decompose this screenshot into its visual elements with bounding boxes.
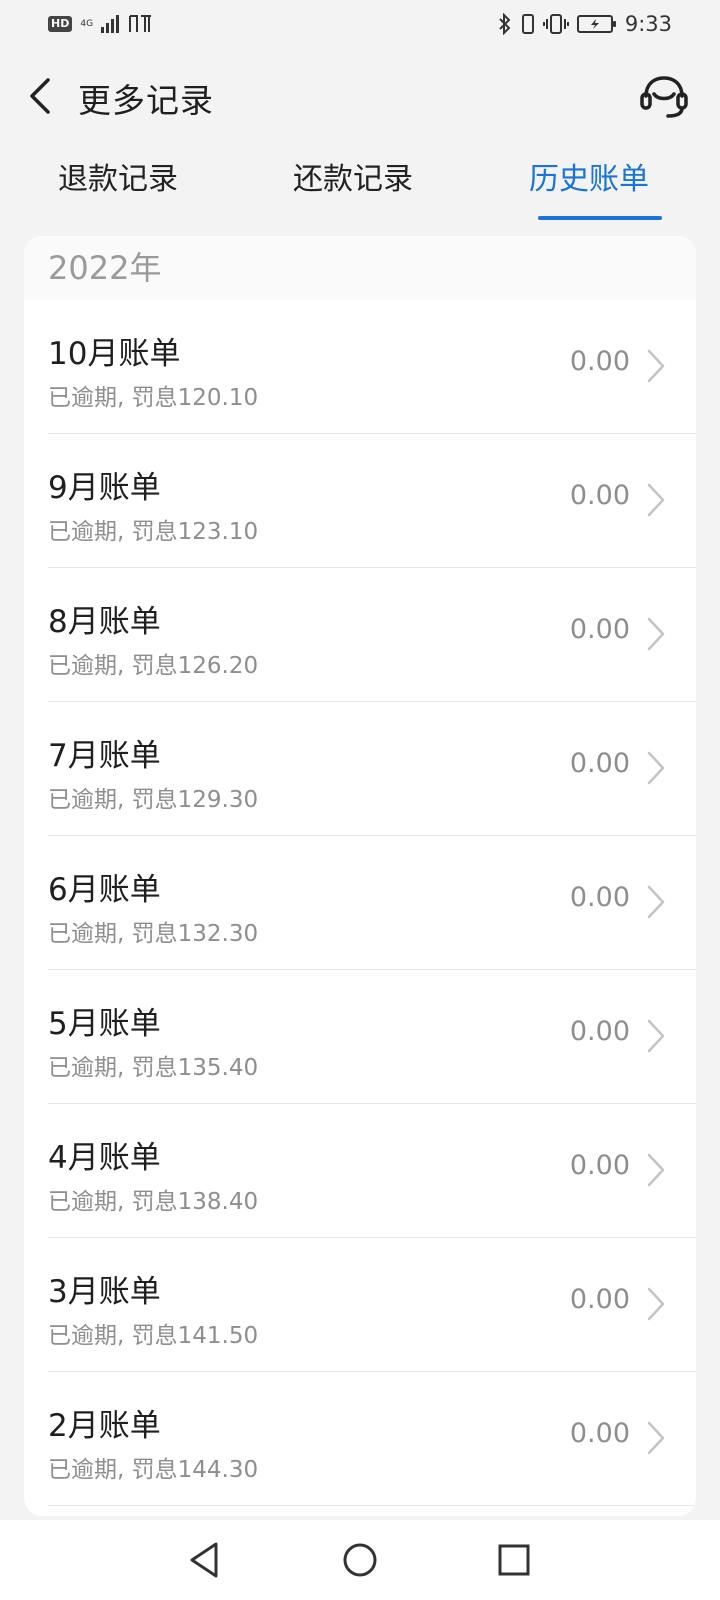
tab-history-bills[interactable]: 历史账单 <box>529 154 649 198</box>
chevron-right-icon <box>647 617 665 651</box>
bill-status: 已逾期, 罚息132.30 <box>48 921 259 947</box>
battery-icon <box>576 15 616 33</box>
bill-row[interactable]: 6月账单 已逾期, 罚息132.30 0.00 <box>48 836 696 970</box>
back-button[interactable] <box>22 74 58 118</box>
chevron-right-icon <box>647 1287 665 1321</box>
headset-icon <box>640 76 688 118</box>
network-label: 4G <box>80 18 94 29</box>
status-right: 9:33 <box>497 12 672 36</box>
chevron-right-icon <box>647 1153 665 1187</box>
bill-row[interactable]: 4月账单 已逾期, 罚息138.40 0.00 <box>48 1104 696 1238</box>
bill-title: 2月账单 <box>48 1408 161 1444</box>
bill-row[interactable]: 5月账单 已逾期, 罚息135.40 0.00 <box>48 970 696 1104</box>
bill-row[interactable]: 9月账单 已逾期, 罚息123.10 0.00 <box>48 434 696 568</box>
bill-amount: 0.00 <box>569 480 630 511</box>
bill-amount: 0.00 <box>569 346 630 377</box>
bill-row[interactable]: 3月账单 已逾期, 罚息141.50 0.00 <box>48 1238 696 1372</box>
bill-status: 已逾期, 罚息126.20 <box>48 653 259 679</box>
bill-amount: 0.00 <box>569 1418 630 1449</box>
bill-status: 已逾期, 罚息144.30 <box>48 1457 259 1483</box>
circle-home-icon[interactable] <box>336 1536 384 1584</box>
square-recents-icon[interactable] <box>490 1536 538 1584</box>
tab-repayment-records[interactable]: 还款记录 <box>293 154 413 198</box>
bill-title: 8月账单 <box>48 604 161 640</box>
bill-title: 10月账单 <box>48 336 181 372</box>
chevron-right-icon <box>647 1421 665 1455</box>
bill-row[interactable]: 10月账单 已逾期, 罚息120.10 0.00 <box>48 300 696 434</box>
bill-amount: 0.00 <box>569 1016 630 1047</box>
system-nav-bar <box>0 1520 720 1600</box>
signal-icon <box>101 15 120 33</box>
bill-status: 已逾期, 罚息138.40 <box>48 1189 259 1215</box>
triangle-back-icon[interactable] <box>182 1536 230 1584</box>
bill-title: 7月账单 <box>48 738 161 774</box>
bill-amount: 0.00 <box>569 1284 630 1315</box>
chevron-right-icon <box>647 483 665 517</box>
hd-badge: HD <box>48 16 73 32</box>
network-type: 4G <box>80 18 94 29</box>
chevron-left-icon <box>30 78 50 114</box>
bill-status: 已逾期, 罚息135.40 <box>48 1055 259 1081</box>
bill-status: 已逾期, 罚息141.50 <box>48 1323 259 1349</box>
year-header: 2022年 <box>24 236 696 300</box>
header: 更多记录 <box>0 60 720 132</box>
bill-title: 6月账单 <box>48 872 161 908</box>
status-left: HD 4G <box>48 13 153 35</box>
bill-title: 9月账单 <box>48 470 161 506</box>
status-time: 9:33 <box>624 12 672 36</box>
bill-list-card: 2022年 10月账单 已逾期, 罚息120.10 0.00 9月账单 已逾期,… <box>24 236 696 1516</box>
tab-bar: 退款记录 还款记录 历史账单 <box>0 150 720 220</box>
bill-amount: 0.00 <box>569 1150 630 1181</box>
bill-amount: 0.00 <box>569 882 630 913</box>
bill-title: 3月账单 <box>48 1274 161 1310</box>
vibrate-icon <box>542 14 569 34</box>
customer-service-button[interactable] <box>638 72 690 120</box>
chevron-right-icon <box>647 1019 665 1053</box>
listen-icon <box>129 15 152 32</box>
chevron-right-icon <box>647 885 665 919</box>
tab-refund-records[interactable]: 退款记录 <box>58 154 178 198</box>
phone-icon <box>521 14 534 34</box>
bill-row[interactable]: 7月账单 已逾期, 罚息129.30 0.00 <box>48 702 696 836</box>
bluetooth-icon <box>499 13 511 35</box>
bill-row[interactable]: 8月账单 已逾期, 罚息126.20 0.00 <box>48 568 696 702</box>
chevron-right-icon <box>647 751 665 785</box>
bill-amount: 0.00 <box>569 748 630 779</box>
page-title: 更多记录 <box>78 81 214 120</box>
bill-status: 已逾期, 罚息129.30 <box>48 787 259 813</box>
bill-status: 已逾期, 罚息120.10 <box>48 385 259 411</box>
bill-amount: 0.00 <box>569 614 630 645</box>
chevron-right-icon <box>647 349 665 383</box>
status-bar: HD 4G 9:33 <box>0 0 720 48</box>
bill-title: 5月账单 <box>48 1006 161 1042</box>
active-tab-indicator <box>538 216 662 220</box>
bill-status: 已逾期, 罚息123.10 <box>48 519 259 545</box>
bill-title: 4月账单 <box>48 1140 161 1176</box>
bill-row[interactable]: 2月账单 已逾期, 罚息144.30 0.00 <box>48 1372 696 1506</box>
